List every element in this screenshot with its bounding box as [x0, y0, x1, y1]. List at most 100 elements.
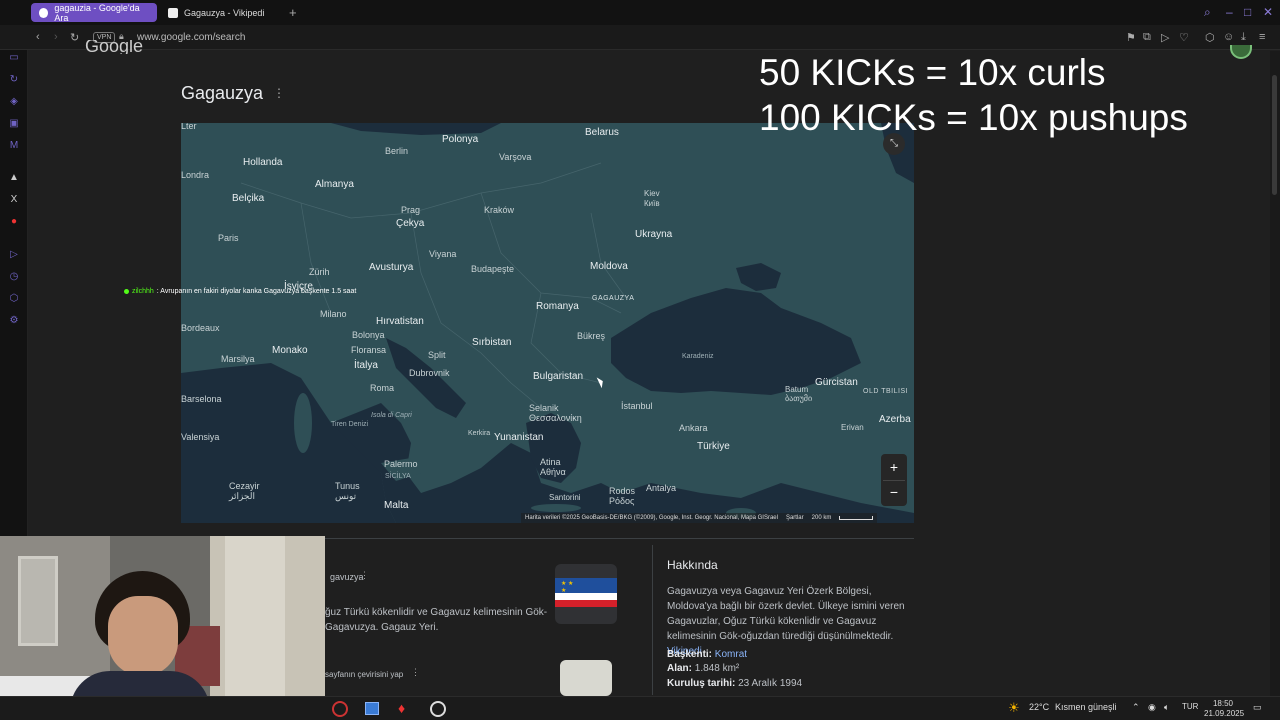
map-attribution: Harita verileri ©2025 GeoBasis-DE/BKG (©…: [521, 513, 878, 523]
map-label: Kerkira: [468, 430, 491, 437]
clock[interactable]: 18:50 21.09.2025: [1204, 697, 1244, 719]
weather-icon[interactable]: ☀: [1008, 700, 1020, 716]
map-label: Selanik Θεσσαλονίκη: [529, 403, 582, 423]
messenger-icon[interactable]: ▭: [8, 52, 20, 64]
profile-icon[interactable]: ☺: [1223, 31, 1234, 43]
kiev-label: Kiev Київ: [644, 189, 660, 208]
wikipedia-favicon-icon: [168, 7, 178, 18]
reload-icon[interactable]: ↻: [70, 31, 79, 44]
translate-link[interactable]: sayfanın çevirisini yap: [325, 667, 403, 682]
map-label: Old Tbilisi: [863, 388, 909, 395]
scrollbar-thumb[interactable]: [1272, 75, 1277, 195]
kick-icon[interactable]: ▲: [8, 172, 20, 184]
url-field[interactable]: www.google.com/search: [137, 32, 245, 43]
map-label: Kiev Київ: [644, 189, 660, 209]
taskbar-app-icon[interactable]: [430, 701, 446, 717]
map-label: Cezayir الجزائر: [229, 481, 260, 501]
extensions-toolbar-icon[interactable]: ⬡: [1205, 31, 1215, 44]
map-label: Erivan: [841, 423, 864, 432]
map-label: Yunanistan: [494, 432, 544, 443]
snapshot-icon[interactable]: ⧉: [1143, 31, 1151, 44]
map-label: Belarus: [585, 127, 619, 138]
map-label: Lter: [181, 123, 197, 131]
result-snippet-2: Gagavuzya. Gagauz Yeri.: [325, 622, 439, 633]
map-label: Londra: [181, 170, 210, 180]
map-label: Bulgaristan: [533, 371, 584, 382]
map-label: Belçika: [232, 193, 265, 204]
zoom-controls: + −: [881, 454, 907, 506]
menu-icon[interactable]: ≡: [1259, 31, 1265, 43]
zoom-in-button[interactable]: +: [883, 456, 905, 478]
extensions-icon[interactable]: ⬡: [8, 293, 20, 305]
translate-more-icon[interactable]: ⋮: [411, 667, 420, 678]
map-label: Varşova: [499, 152, 532, 162]
map-thumbnail-image[interactable]: [560, 660, 612, 696]
ai-icon[interactable]: ◈: [8, 96, 20, 108]
map[interactable]: Lter Belarus Polonya Berlin Varşova Holl…: [181, 123, 914, 523]
close-icon[interactable]: ✕: [1263, 5, 1273, 19]
map-label: Sırbistan: [472, 337, 512, 348]
volume-icon[interactable]: 🔈︎: [1164, 702, 1169, 713]
taskbar: ♦ ☀ 22°C Kısmen güneşli ⌃ ◉ 🔈︎ TUR 18:50…: [0, 696, 1280, 720]
webcam-feed: [0, 536, 325, 720]
sea-label: Isola di Capri: [371, 412, 412, 419]
clock-icon[interactable]: ◷: [8, 271, 20, 283]
mail-icon[interactable]: M: [8, 140, 20, 152]
download-icon[interactable]: ⤓: [1241, 31, 1246, 44]
tab-google-search[interactable]: gagauzia - Google'da Ara: [31, 3, 157, 23]
sea-label: Tiren Denizi: [331, 421, 369, 428]
player-icon[interactable]: ▣: [8, 118, 20, 130]
tab-wikipedia[interactable]: Gagauzya - Vikipedi: [160, 3, 280, 22]
heart-icon[interactable]: ♡: [1179, 31, 1189, 44]
taskbar-app-icon[interactable]: [365, 702, 379, 715]
result-more-icon[interactable]: ⋮: [360, 570, 369, 581]
bookmark-icon[interactable]: ⚑: [1126, 31, 1136, 44]
map-label: Kraków: [484, 205, 515, 215]
zoom-out-button[interactable]: −: [883, 480, 905, 502]
map-label: Budapeşte: [471, 264, 515, 274]
map-label: Milano: [320, 309, 347, 319]
map-label: Ukrayna: [635, 229, 673, 240]
map-label: Hırvatistan: [376, 316, 424, 327]
capital-link[interactable]: Komrat: [715, 649, 747, 660]
scale-bar: [839, 516, 874, 520]
result-source[interactable]: gavuzya: [330, 570, 364, 585]
about-heading: Hakkında: [667, 558, 718, 572]
fact-founded: Kuruluş tarihi: 23 Aralık 1994: [667, 676, 802, 691]
sea-label: Karadeniz: [682, 353, 714, 360]
tab-label: Gagauzya - Vikipedi: [184, 7, 265, 18]
history-icon[interactable]: ↻: [8, 74, 20, 86]
weather-text[interactable]: Kısmen güneşli: [1055, 702, 1117, 712]
language-indicator[interactable]: TUR: [1182, 702, 1198, 711]
flag-image[interactable]: ★ ★ ★: [555, 564, 617, 624]
map-label: Paris: [218, 233, 239, 243]
more-options-icon[interactable]: ⋮: [273, 86, 285, 100]
player-toolbar-icon[interactable]: ▷: [1161, 31, 1169, 44]
x-icon[interactable]: X: [8, 194, 20, 206]
tray-chevron-icon[interactable]: ⌃: [1132, 702, 1140, 713]
map-label: Bordeaux: [181, 323, 220, 333]
map-label: Bükreş: [577, 331, 606, 341]
taskbar-app-icon[interactable]: ♦: [398, 700, 405, 716]
attribution-text: Harita verileri ©2025 GeoBasis-DE/BKG (©…: [525, 515, 778, 521]
network-icon[interactable]: ◉: [1148, 702, 1156, 713]
new-tab-button[interactable]: +: [289, 5, 297, 20]
maximize-icon[interactable]: □: [1244, 5, 1251, 19]
minimize-icon[interactable]: –: [1226, 5, 1233, 19]
fact-area: Alan: 1.848 km²: [667, 661, 739, 676]
play-icon[interactable]: ▷: [8, 249, 20, 261]
chat-user: zilchhh: [132, 288, 154, 295]
app-icon[interactable]: ●: [8, 216, 20, 228]
map-label: Split: [428, 350, 446, 360]
chat-message: zilchhh : Avrupanın en fakiri diyolar ka…: [124, 288, 356, 295]
google-favicon-icon: [39, 7, 49, 18]
notifications-icon[interactable]: ▭: [1253, 702, 1262, 713]
terms-link[interactable]: Şartlar: [786, 515, 804, 521]
weather-temp[interactable]: 22°C: [1029, 702, 1049, 712]
forward-icon[interactable]: ›: [54, 31, 58, 43]
search-tabs-icon[interactable]: ⌕: [1204, 5, 1211, 20]
settings-icon[interactable]: ⚙: [8, 315, 20, 327]
google-logo[interactable]: Google: [85, 40, 143, 54]
back-icon[interactable]: ‹: [36, 31, 40, 43]
taskbar-app-icon[interactable]: [332, 701, 348, 717]
